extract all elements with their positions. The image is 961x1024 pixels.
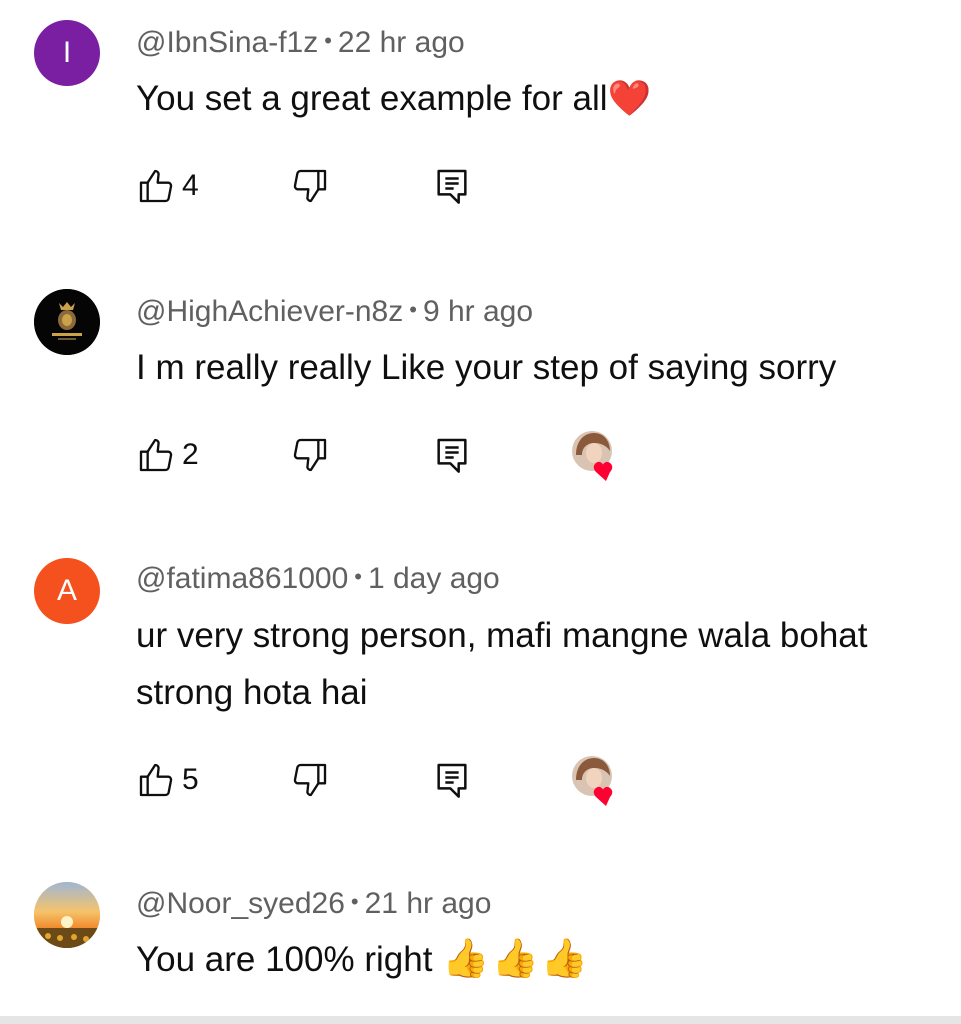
avatar[interactable] — [34, 882, 100, 948]
reply-button[interactable] — [432, 166, 472, 206]
sunset-photo-icon — [34, 882, 100, 948]
avatar[interactable] — [34, 289, 100, 355]
thumbs-down-icon — [293, 438, 327, 472]
reply-icon — [437, 169, 467, 204]
reply-button[interactable] — [432, 435, 472, 475]
comment-actions: 5 — [136, 756, 656, 806]
like-button[interactable]: 4 — [136, 166, 199, 206]
comment-time: 9 hr ago — [422, 295, 534, 328]
comment-text: ur very strong person, mafi mangne wala … — [136, 616, 868, 712]
comment-meta: @HighAchiever-n8z • 9 hr ago — [136, 295, 533, 329]
comment-text-body: You set a great example for all — [136, 79, 608, 118]
comment-author[interactable]: @IbnSina-f1z — [136, 26, 318, 59]
lion-logo-icon — [34, 289, 100, 355]
comment-time: 22 hr ago — [337, 26, 465, 59]
like-count: 5 — [182, 763, 199, 796]
reply-icon — [437, 438, 467, 473]
comment-text: You are 100% right 👍👍👍 — [136, 931, 951, 988]
thumbs-up-icon — [139, 169, 173, 203]
meta-separator: • — [354, 564, 362, 589]
reply-icon — [437, 763, 467, 798]
avatar-letter: I — [62, 36, 72, 69]
comment-text: You set a great example for all❤️ — [136, 70, 951, 127]
dislike-button[interactable] — [290, 760, 330, 800]
meta-separator: • — [350, 889, 359, 914]
thumbs-up-emojis: 👍👍👍 — [442, 938, 591, 980]
comment-meta: @IbnSina-f1z • 22 hr ago — [136, 26, 465, 60]
avatar[interactable]: I — [34, 20, 100, 86]
like-count: 4 — [182, 169, 199, 202]
like-button[interactable]: 2 — [136, 435, 199, 475]
meta-separator: • — [409, 297, 417, 322]
comment-meta: @fatima861000 • 1 day ago — [136, 562, 500, 596]
dislike-button[interactable] — [290, 166, 330, 206]
reply-button[interactable] — [432, 760, 472, 800]
comment-text-body: You are 100% right — [136, 940, 433, 979]
comment-author[interactable]: @Noor_syed26 — [136, 887, 345, 920]
avatar[interactable]: A — [34, 558, 100, 624]
thumbs-down-icon — [293, 763, 327, 797]
creator-heart-icon — [572, 756, 613, 806]
like-count: 2 — [182, 438, 199, 471]
heart-emoji: ❤️ — [607, 79, 652, 118]
creator-heart-icon — [572, 431, 613, 481]
comment-meta: @Noor_syed26 • 21 hr ago — [136, 887, 491, 921]
comment-actions: 2 — [136, 431, 656, 481]
thumbs-up-icon — [139, 438, 173, 472]
comment-author[interactable]: @HighAchiever-n8z — [136, 295, 403, 328]
dislike-button[interactable] — [290, 435, 330, 475]
thumbs-up-icon — [139, 763, 173, 797]
comment-text: I m really really Like your step of sayi… — [136, 348, 837, 387]
thumbs-down-icon — [293, 169, 327, 203]
meta-separator: • — [324, 28, 332, 53]
comment-time: 21 hr ago — [364, 887, 492, 920]
bottom-divider — [0, 1016, 961, 1024]
comment-author[interactable]: @fatima861000 — [136, 562, 348, 595]
like-button[interactable]: 5 — [136, 760, 199, 800]
comment-time: 1 day ago — [367, 562, 500, 595]
avatar-letter: A — [56, 574, 77, 607]
